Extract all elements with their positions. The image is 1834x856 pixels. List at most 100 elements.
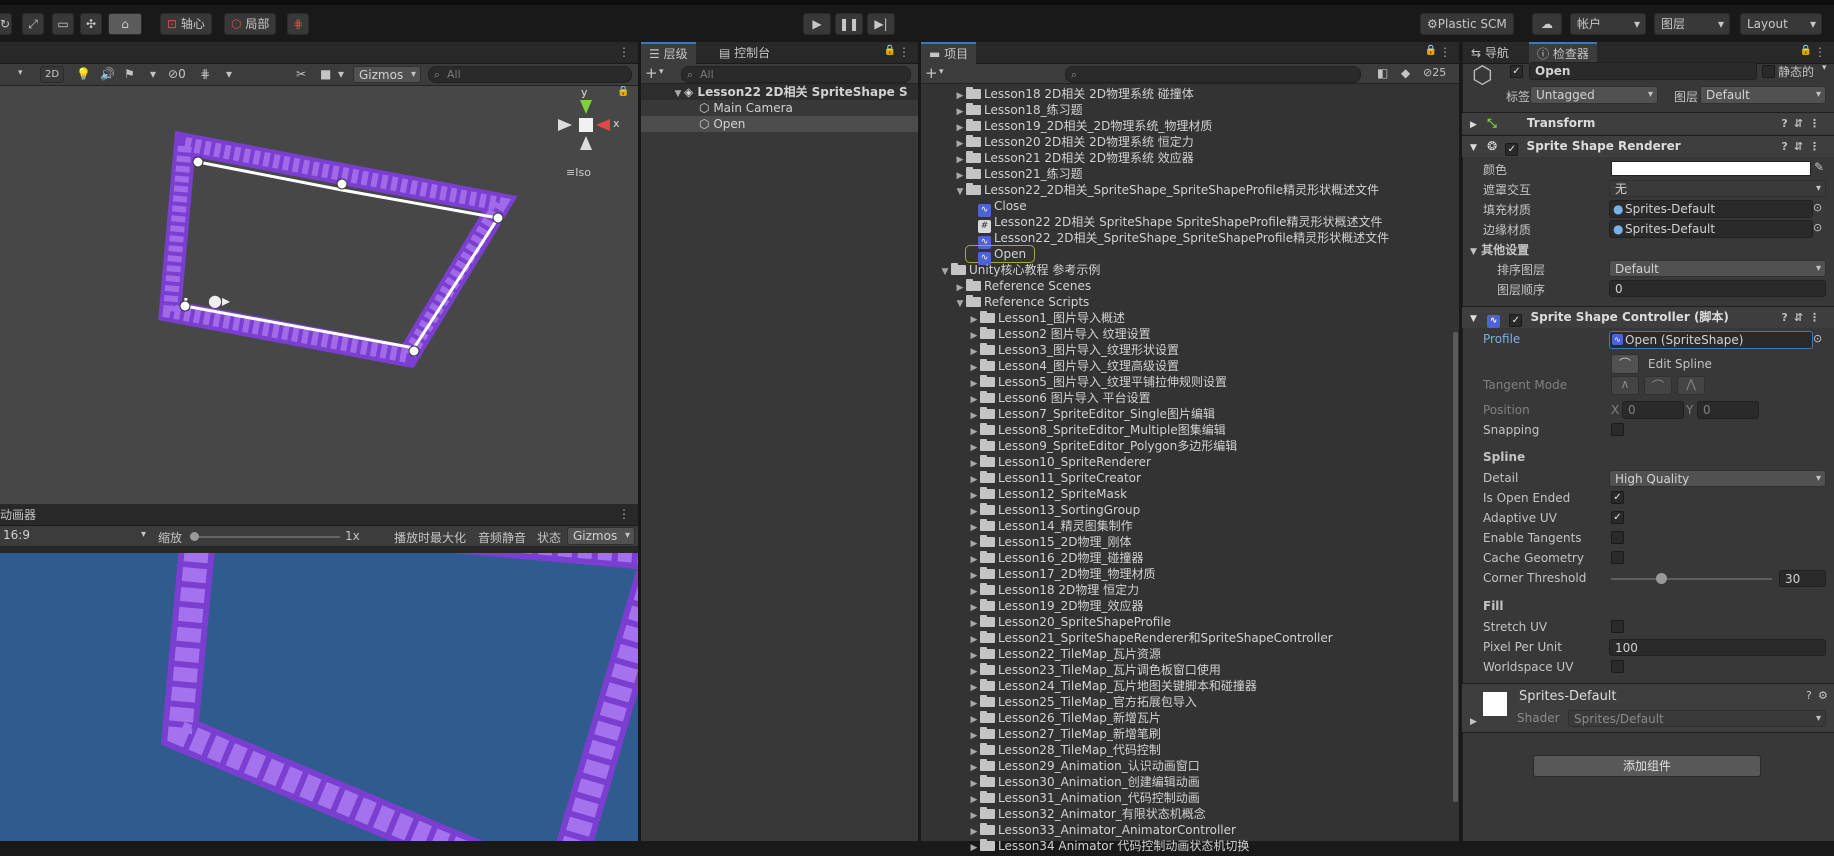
collapse-arrow-icon[interactable]: ▼ [1470,143,1477,153]
list-item[interactable]: ▶ Lesson19_2D相关_2D物理系统_物理材质 [954,118,1212,134]
lock-icon[interactable]: 🔒 [1800,45,1812,56]
more-icon[interactable]: ⋮ [1439,45,1451,59]
list-item-open-folder[interactable]: ▼ Lesson22_2D相关_SpriteShape_SpriteShapePr… [954,182,1379,198]
tangent-linear-button[interactable]: ∧ [1611,376,1639,395]
scene-orientation-gizmo[interactable]: y 🔒 x ≡Iso [556,86,629,196]
list-item[interactable]: ▶ Lesson15_2D物理_刚体 [968,534,1131,550]
step-button[interactable]: ▶| [867,13,895,35]
cache-geometry-checkbox[interactable] [1611,551,1624,564]
edit-spline-button[interactable]: ⌒ [1611,354,1639,374]
asset-item[interactable]: ∿ Lesson22_2D相关_SpriteShape_SpriteShapePr… [978,230,1389,249]
scene-search-input[interactable]: ⌕ All [428,66,632,83]
project-scrollbar[interactable] [1453,332,1458,802]
component-actions[interactable]: ?⇵⋮ [1781,307,1826,328]
chevron-down-icon[interactable]: ▾ [1822,63,1827,73]
layers-dropdown[interactable]: 图层 ▾ [1654,13,1730,35]
pixel-per-unit-field[interactable]: 100 [1609,639,1826,656]
more-icon[interactable]: ⋮ [618,45,630,59]
local-toggle[interactable]: ⬡ 局部 [224,13,277,35]
grid-icon[interactable]: ⋕ [200,67,210,81]
object-picker-icon[interactable]: ⊙ [1813,201,1822,214]
more-icon[interactable]: ⋮ [898,84,910,98]
list-item[interactable]: ▶ Lesson21_SpriteShapeRenderer和SpriteShap… [968,630,1333,646]
account-dropdown[interactable]: 帐户 ▾ [1570,13,1646,35]
order-in-layer-field[interactable]: 0 [1609,280,1826,297]
grid-snap-button[interactable]: ⋕ [287,13,309,35]
list-item[interactable]: ▶ Lesson30_Animation_创建编辑动画 [968,774,1200,790]
add-icon[interactable]: + [645,64,658,82]
list-item[interactable]: ▶ Lesson20 2D相关 2D物理系统 恒定力 [954,134,1194,150]
scene-viewport[interactable]: ●▸ y 🔒 x ≡Iso [0,86,638,504]
list-item[interactable]: ▶ Lesson28_TileMap_代码控制 [968,742,1161,758]
tab-project[interactable]: ▬ 项目 [921,42,977,64]
enabled-checkbox[interactable]: ✓ [1509,314,1523,327]
open-ended-checkbox[interactable]: ✓ [1611,491,1624,504]
help-icon[interactable]: ? [1806,689,1812,702]
gizmos-dropdown[interactable]: Gizmos [353,66,421,83]
tag-dropdown[interactable]: Untagged [1530,86,1658,104]
color-swatch[interactable] [1611,161,1811,176]
asset-item[interactable]: ∿ Close [978,198,1027,217]
light-icon[interactable]: 💡 [76,67,91,81]
list-item[interactable]: ▶ Lesson12_SpriteMask [968,486,1127,502]
shader-dropdown[interactable]: Sprites/Default [1568,710,1826,727]
snapping-checkbox[interactable] [1611,423,1624,436]
add-component-button[interactable]: 添加组件 [1533,755,1761,777]
expand-arrow-icon[interactable]: ▶ [1470,717,1477,727]
spline-point[interactable] [408,345,420,357]
gear-icon[interactable]: ⚙ [1818,689,1828,702]
list-item[interactable]: ▶ Lesson14_精灵图集制作 [968,518,1133,534]
tools-icon[interactable]: ✂ [296,67,306,81]
custom-tool-button[interactable]: ⌂ [108,13,142,35]
list-item[interactable]: ▶ Lesson9_SpriteEditor_Polygon多边形编辑 [968,438,1237,454]
list-item[interactable]: ▶ Lesson18 2D相关 2D物理系统 碰撞体 [954,86,1194,102]
plastic-scm-button[interactable]: ⚙Plastic SCM [1420,13,1514,35]
list-item[interactable]: ▶ Lesson1_图片导入概述 [968,310,1125,326]
list-item[interactable]: ▶ Lesson19_2D物理_效应器 [968,598,1143,614]
aspect-dropdown[interactable]: 16:9 [0,527,150,545]
game-viewport[interactable] [0,553,638,841]
tab-inspector[interactable]: ⓘ 检查器 [1529,42,1597,64]
list-item[interactable]: ▶ Lesson8_SpriteEditor_Multiple图集编辑 [968,422,1226,438]
static-checkbox[interactable] [1762,65,1775,78]
filter-type-icon[interactable]: ◧ [1377,66,1388,80]
camera-icon[interactable]: ■ [320,67,331,81]
audio-icon[interactable]: 🔊 [100,67,115,81]
chevron-down-icon[interactable]: ▾ [150,67,156,81]
scale-tool-button[interactable]: ⤢ [22,13,44,35]
mute-audio-toggle[interactable]: 音频静音 [478,529,526,546]
profile-field[interactable]: ∿ Open (SpriteShape) [1609,331,1813,349]
expand-arrow-icon[interactable]: ▶ [1470,120,1477,130]
pivot-toggle[interactable]: ⊡ 轴心 [160,13,212,35]
list-item[interactable]: ▶ Lesson7_SpriteEditor_Single图片编辑 [968,406,1215,422]
object-picker-icon[interactable]: ⊙ [1813,332,1822,345]
stats-toggle[interactable]: 状态 [537,529,561,546]
tangent-continuous-button[interactable]: ⌒ [1644,376,1672,395]
transform-tool-button[interactable]: ✣ [80,13,102,35]
enable-tangents-checkbox[interactable] [1611,531,1624,544]
sprite-shape-controller-header[interactable]: ▼ ∿ ✓ Sprite Shape Controller (脚本) ?⇵⋮ [1462,306,1834,328]
sorting-layer-dropdown[interactable]: Default [1609,260,1826,277]
hierarchy-item-main-camera[interactable]: ⬡ Main Camera [699,100,793,116]
list-item[interactable]: ▶ Lesson10_SpriteRenderer [968,454,1151,470]
sprite-shape-renderer-header[interactable]: ▼ ❂ ✓ Sprite Shape Renderer ?⇵⋮ [1462,135,1834,157]
list-item[interactable]: ▼ Reference Scripts [954,294,1089,310]
tangent-broken-button[interactable]: ⋀ [1677,376,1705,395]
mask-interaction-dropdown[interactable]: 无 [1609,180,1826,197]
list-item[interactable]: ▶ Lesson26_TileMap_新增瓦片 [968,710,1161,726]
asset-item[interactable]: # Lesson22 2D相关 SpriteShape SpriteShapePr… [978,214,1383,233]
rect-tool-button[interactable]: ▭ [52,13,74,35]
list-item[interactable]: ▶ Lesson16_2D物理_碰撞器 [968,550,1143,566]
add-icon[interactable]: + [925,64,938,82]
spline-point[interactable] [336,178,348,190]
spline-point[interactable] [179,300,191,312]
hidden-packages-toggle[interactable]: ⊘25 [1423,66,1446,79]
transform-component-header[interactable]: ▶ ⤡ Transform ?⇵⋮ [1462,112,1834,134]
component-actions[interactable]: ?⇵⋮ [1781,136,1826,157]
effects-icon[interactable]: ⚑ [124,67,135,81]
list-item[interactable]: ▶ Lesson11_SpriteCreator [968,470,1141,486]
chevron-down-icon[interactable]: ▾ [659,67,664,77]
tab-console[interactable]: ▤ 控制台 [711,42,778,64]
gizmos-dropdown[interactable]: Gizmos [567,527,635,545]
list-item[interactable]: ▶ Lesson24_TileMap_瓦片地图关键脚本和碰撞器 [968,678,1257,694]
